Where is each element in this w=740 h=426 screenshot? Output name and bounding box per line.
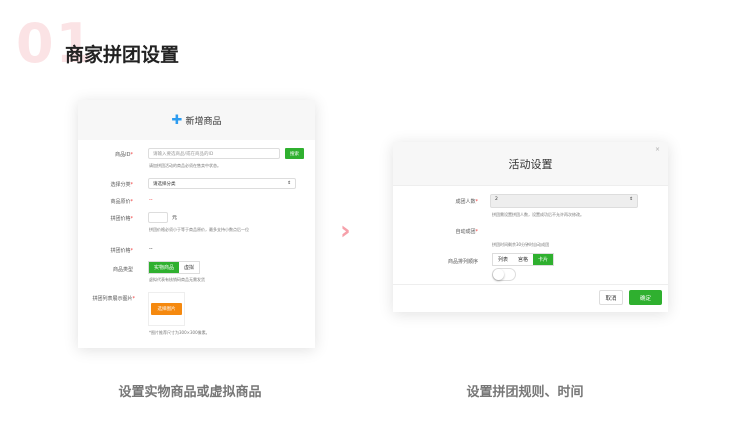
order-label: 商品排列顺序 <box>447 259 478 265</box>
category-label: 选择分类* <box>110 182 133 188</box>
auto-group-hint: 拼团时间剩余30分钟时自动成团 <box>492 242 550 247</box>
order-option-grid[interactable]: 宫格 <box>513 254 533 265</box>
list-image-label: 拼团列表展示图片* <box>92 296 135 302</box>
arrow-right-icon: › <box>340 216 351 246</box>
group-price-hint: 拼团价格必须小于等于商品原价，最多支持小数点后一位 <box>149 227 249 232</box>
choose-image-button[interactable]: 选择图片 <box>151 303 182 315</box>
product-type-hint: 虚拟代表有核销码商品无需发货 <box>149 277 205 282</box>
group-price-input[interactable] <box>148 212 168 223</box>
group-size-hint: 拼团需设置拼团人数，设置成功后不允许再次修改。 <box>492 212 584 217</box>
activity-settings-dialog: 活动设置 × 成团人数* 2 ⇕ 拼团需设置拼团人数，设置成功后不允许再次修改。 … <box>393 142 668 312</box>
original-price-label: 商品原价* <box>110 199 133 205</box>
confirm-button[interactable]: 确定 <box>629 290 662 305</box>
cancel-button[interactable]: 取消 <box>599 290 623 305</box>
order-toggle: 列表 宫格 卡片 <box>492 253 555 266</box>
search-button[interactable]: 搜索 <box>285 148 304 159</box>
image-size-hint: *图片推荐尺寸为300×300像素。 <box>149 330 210 335</box>
order-option-card[interactable]: 卡片 <box>533 254 554 265</box>
product-id-hint: 请加拼团活动的商品必须在售卖中状态。 <box>149 163 221 168</box>
auto-group-label: 自动成团* <box>455 229 478 235</box>
group-price2-value: -- <box>149 246 153 252</box>
group-price-label: 拼团价格* <box>110 216 133 222</box>
dialog-title: 活动设置 <box>508 157 553 171</box>
footer-divider <box>393 284 668 285</box>
section-title: 商家拼团设置 <box>65 44 180 66</box>
auto-group-toggle[interactable] <box>492 268 516 281</box>
product-id-input[interactable]: 请输入要选商品/或在商品的ID <box>148 148 280 159</box>
product-type-label: 商品类型 <box>112 267 133 273</box>
type-option-physical[interactable]: 实物商品 <box>149 262 180 273</box>
category-select[interactable]: 请选择分类 ⇕ <box>148 178 296 189</box>
product-id-label: 商品ID* <box>115 152 133 158</box>
original-price-value: -- <box>149 197 153 203</box>
unit-label: 元 <box>172 215 178 221</box>
order-option-list[interactable]: 列表 <box>493 254 513 265</box>
plus-icon: ✚ <box>171 112 183 128</box>
group-size-select[interactable]: 2 ⇕ <box>490 194 638 208</box>
add-product-title: 新增商品 <box>185 116 222 127</box>
add-product-header: ✚ 新增商品 <box>78 100 315 140</box>
caption-left: 设置实物商品或虚拟商品 <box>118 385 262 400</box>
type-option-virtual[interactable]: 虚拟 <box>179 262 199 273</box>
group-size-label: 成团人数* <box>455 199 478 205</box>
dialog-header: 活动设置 <box>393 142 668 186</box>
product-type-toggle: 实物商品 虚拟 <box>148 261 201 274</box>
caption-right: 设置拼团规则、时间 <box>466 385 584 400</box>
group-price2-label: 拼团价格* <box>110 248 133 254</box>
close-icon[interactable]: × <box>655 146 660 153</box>
add-product-screenshot: ✚ 新增商品 商品ID* 请输入要选商品/或在商品的ID 搜索 请加拼团活动的商品… <box>78 100 315 348</box>
